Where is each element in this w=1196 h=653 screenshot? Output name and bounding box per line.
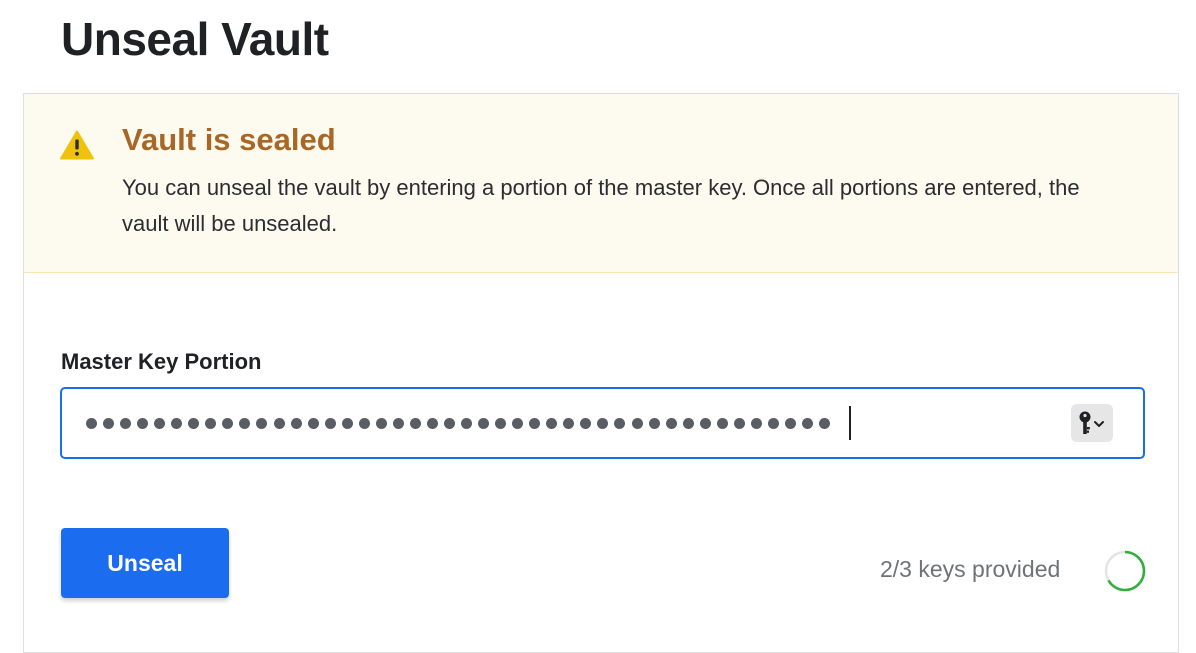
mask-dot xyxy=(512,417,524,429)
mask-dot xyxy=(631,417,643,429)
mask-dot xyxy=(699,417,711,429)
mask-dot xyxy=(205,417,217,429)
mask-dot xyxy=(426,417,438,429)
alert-message: You can unseal the vault by entering a p… xyxy=(122,175,1080,236)
mask-dot xyxy=(409,417,421,429)
mask-dot xyxy=(358,417,370,429)
mask-dot xyxy=(750,417,762,429)
mask-dot xyxy=(716,417,728,429)
mask-dot xyxy=(86,417,97,429)
mask-dot xyxy=(120,417,132,429)
mask-dot xyxy=(341,417,353,429)
text-caret xyxy=(849,406,851,440)
mask-dot xyxy=(733,417,745,429)
unseal-button[interactable]: Unseal xyxy=(61,528,229,598)
mask-dot xyxy=(137,417,149,429)
keychain-autofill-button[interactable] xyxy=(1071,404,1113,442)
master-key-input[interactable] xyxy=(60,387,1145,459)
mask-dot xyxy=(188,417,200,429)
master-key-label: Master Key Portion xyxy=(61,349,262,374)
keys-progress-text: 2/3 keys provided xyxy=(880,556,1061,582)
mask-dot xyxy=(239,417,251,429)
warning-triangle-icon xyxy=(60,130,94,160)
mask-dot xyxy=(273,417,285,429)
mask-dot xyxy=(682,417,694,429)
mask-dot xyxy=(665,417,677,429)
mask-dot xyxy=(580,417,592,429)
mask-dot xyxy=(648,417,660,429)
mask-dot xyxy=(801,417,813,429)
mask-dot xyxy=(461,417,473,429)
keys-progress-ring xyxy=(1104,550,1146,592)
mask-dot xyxy=(767,417,779,429)
unseal-card: Vault is sealed You can unseal the vault… xyxy=(23,93,1179,653)
mask-dot xyxy=(443,417,455,429)
mask-dot xyxy=(784,417,796,429)
mask-dot xyxy=(290,417,302,429)
mask-dot xyxy=(495,417,507,429)
mask-dot xyxy=(307,417,319,429)
mask-dot xyxy=(222,417,234,429)
mask-dot xyxy=(154,417,166,429)
mask-dot xyxy=(324,417,336,429)
mask-dot xyxy=(392,417,404,429)
alert-title: Vault is sealed xyxy=(122,122,336,157)
mask-dot xyxy=(563,417,575,429)
mask-dot xyxy=(256,417,268,429)
page-title: Unseal Vault xyxy=(61,13,329,65)
mask-dot xyxy=(478,417,490,429)
mask-dot xyxy=(546,417,558,429)
mask-dot xyxy=(529,417,541,429)
mask-dot xyxy=(597,417,609,429)
key-icon xyxy=(1079,411,1104,434)
sealed-alert: Vault is sealed You can unseal the vault… xyxy=(24,94,1178,273)
masked-key-value xyxy=(86,408,836,438)
mask-dot xyxy=(375,417,387,429)
mask-dot xyxy=(171,417,183,429)
mask-dot xyxy=(614,417,626,429)
mask-dot xyxy=(819,417,831,429)
mask-dot xyxy=(103,417,115,429)
